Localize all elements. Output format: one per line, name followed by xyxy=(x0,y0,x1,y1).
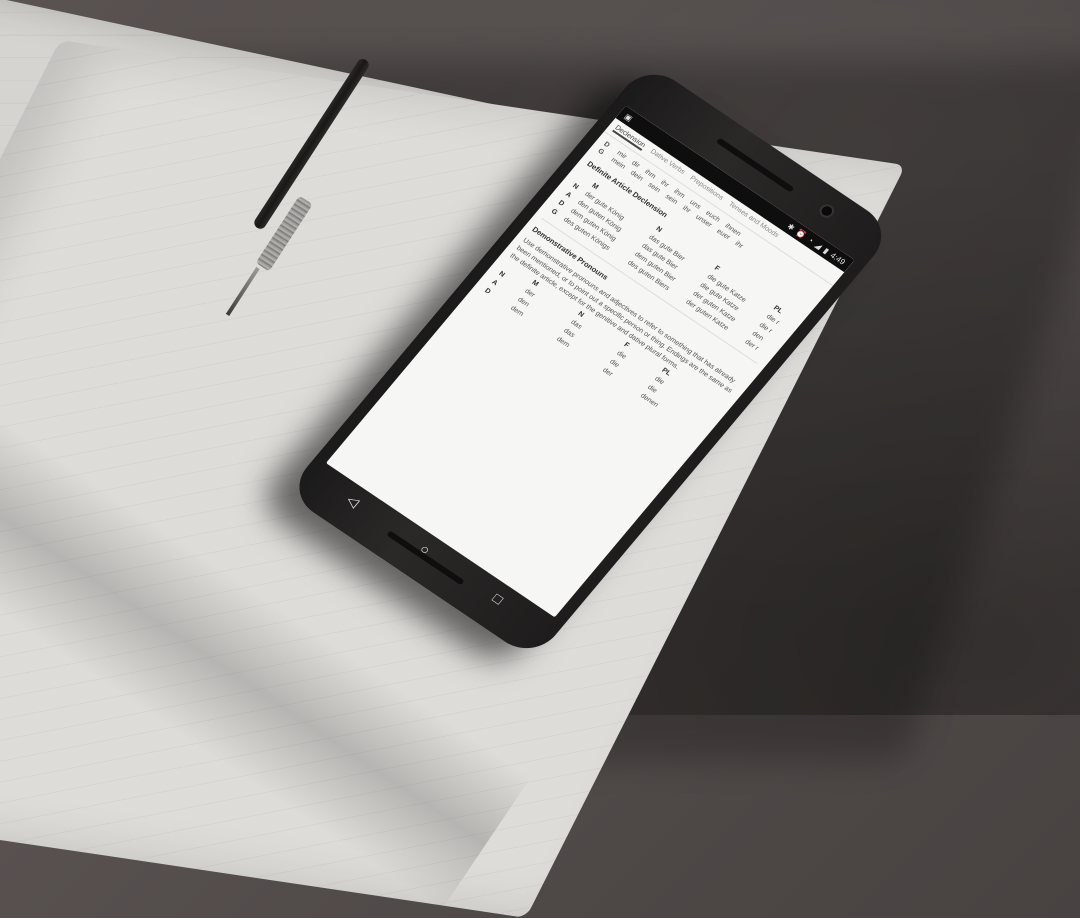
alarm-icon: ⏰ xyxy=(794,227,809,240)
front-camera xyxy=(819,204,835,218)
signal-icon: ◢ xyxy=(813,240,825,251)
recents-icon[interactable]: □ xyxy=(489,590,506,607)
wifi-icon: ◔ xyxy=(805,235,816,245)
back-icon[interactable]: ◁ xyxy=(343,492,363,511)
battery-icon: ▮ xyxy=(821,245,832,256)
app-icon: ▣ xyxy=(622,111,635,123)
bluetooth-icon: ✱ xyxy=(785,221,797,233)
